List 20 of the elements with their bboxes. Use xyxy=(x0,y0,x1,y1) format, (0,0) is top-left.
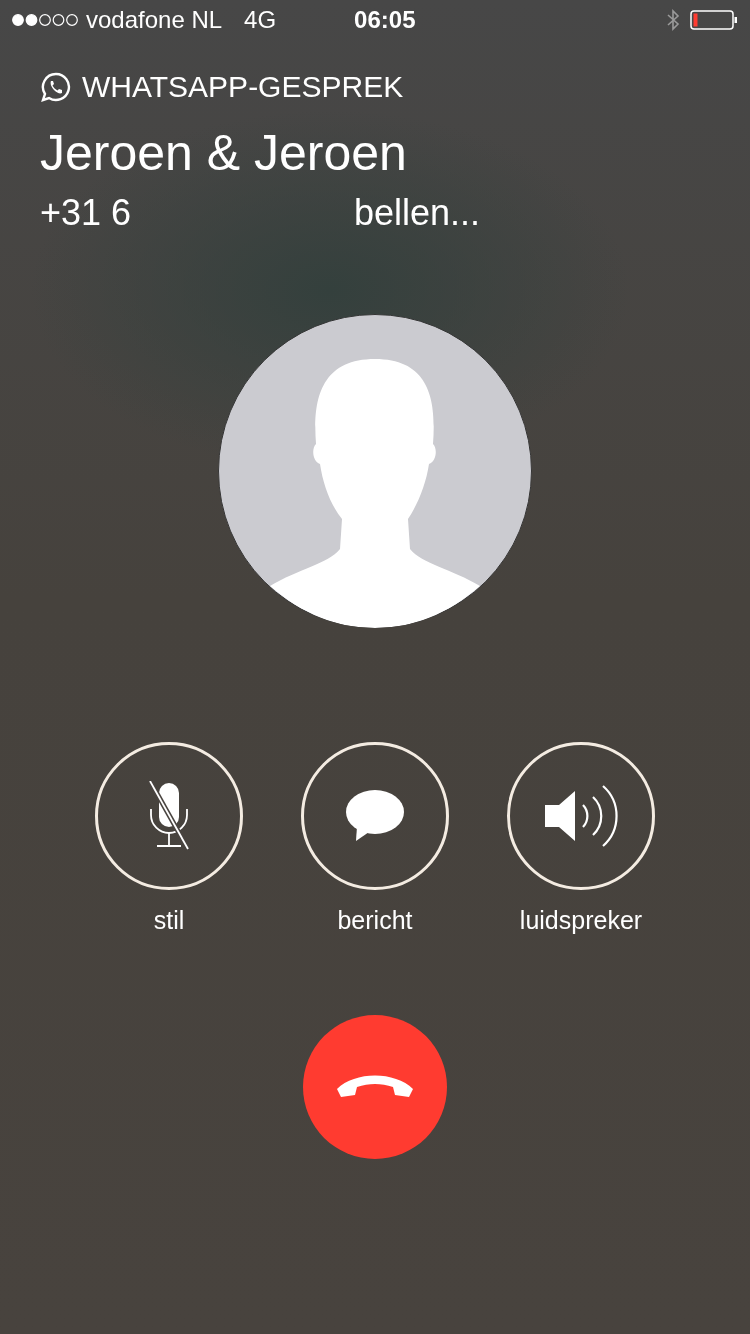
speaker-icon xyxy=(543,783,619,849)
muted-microphone-icon xyxy=(147,781,191,851)
speaker-button[interactable] xyxy=(507,742,655,890)
button-label: stil xyxy=(153,906,185,935)
contact-name: Jeroen & Jeroen xyxy=(40,124,408,182)
clock-time: 06:05 xyxy=(354,6,416,34)
network-type: 4G xyxy=(244,6,278,34)
mute-button[interactable] xyxy=(95,742,243,890)
battery-icon xyxy=(690,9,738,31)
speech-bubble-icon xyxy=(345,790,405,842)
button-label: bericht xyxy=(337,906,413,935)
call-status: bellen... xyxy=(354,192,481,234)
phone-bubble-icon xyxy=(40,71,72,103)
button-label: luidspreker xyxy=(519,906,643,935)
message-button[interactable] xyxy=(301,742,449,890)
bluetooth-icon xyxy=(666,8,680,32)
call-type: WHATSAPP-GESPREK xyxy=(82,70,404,104)
carrier-name: vodafone NL xyxy=(86,6,223,34)
phone-number: +31 6 xyxy=(40,192,133,234)
signal-icon xyxy=(12,13,80,27)
